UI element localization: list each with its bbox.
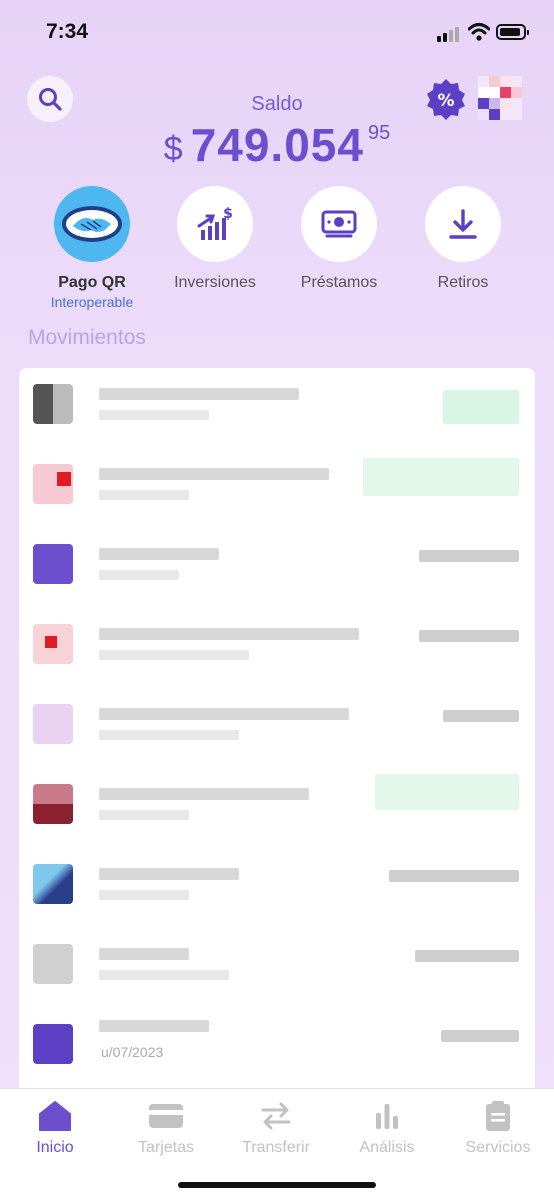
action-label: Préstamos (300, 274, 378, 291)
currency-symbol: $ (163, 130, 183, 168)
list-item[interactable] (19, 688, 535, 766)
balance-label: Saldo (251, 93, 303, 115)
card-icon (149, 1104, 183, 1128)
bar-chart-icon (376, 1104, 398, 1129)
merchant-thumbnail (33, 944, 73, 984)
list-item[interactable] (19, 608, 535, 686)
action-retiros[interactable]: Retiros (403, 186, 523, 292)
action-pago-qr[interactable]: Pago QR Interoperable (32, 186, 152, 310)
tab-label: Inicio (36, 1139, 74, 1156)
tab-tarjetas[interactable]: Tarjetas (111, 1099, 221, 1157)
action-inversiones[interactable]: $ Inversiones (155, 186, 275, 292)
balance-cents: 95 (367, 122, 391, 144)
tab-label: Servicios (465, 1139, 531, 1156)
tab-label: Análisis (359, 1139, 415, 1156)
list-item[interactable] (19, 528, 535, 606)
investment-chart-icon: $ (197, 206, 233, 240)
action-label: Pago QR (58, 274, 126, 291)
quick-actions: Pago QR Interoperable $ Inversiones Prés… (0, 186, 554, 316)
merchant-thumbnail (33, 1024, 73, 1064)
list-item[interactable] (19, 928, 535, 1006)
tab-inicio[interactable]: Inicio (0, 1099, 110, 1157)
transfer-arrows-icon (261, 1102, 291, 1130)
action-label: Retiros (437, 274, 489, 291)
svg-text:$: $ (223, 206, 233, 222)
money-bill-icon (321, 210, 357, 238)
merchant-thumbnail (33, 704, 73, 744)
action-sublabel: Interoperable (50, 294, 134, 310)
list-item[interactable] (19, 848, 535, 926)
action-prestamos[interactable]: Préstamos (279, 186, 399, 292)
battery-icon (496, 24, 529, 40)
list-item[interactable]: u/07/2023 (19, 1008, 535, 1086)
home-indicator[interactable] (178, 1182, 376, 1188)
tab-label: Tarjetas (137, 1139, 195, 1156)
movements-list[interactable]: u/07/2023 (19, 368, 535, 1093)
tab-transferir[interactable]: Transferir (221, 1099, 331, 1157)
wifi-icon (468, 23, 490, 41)
movement-date: u/07/2023 (101, 1044, 164, 1060)
status-time: 7:34 (46, 20, 89, 43)
tab-label: Transferir (242, 1139, 310, 1156)
merchant-thumbnail (33, 864, 73, 904)
cellular-signal-icon (437, 26, 463, 42)
balance-amount: $749.054 95 (0, 118, 554, 172)
merchant-thumbnail (33, 464, 73, 504)
handshake-icon (62, 206, 122, 242)
merchant-thumbnail (33, 784, 73, 824)
merchant-thumbnail (33, 544, 73, 584)
tab-servicios[interactable]: Servicios (443, 1099, 553, 1157)
download-arrow-icon (449, 209, 477, 239)
action-label: Inversiones (174, 274, 256, 291)
home-icon (39, 1101, 71, 1131)
status-bar: 7:34 (0, 0, 554, 64)
tab-analisis[interactable]: Análisis (332, 1099, 442, 1157)
list-item[interactable] (19, 368, 535, 446)
list-item[interactable] (19, 768, 535, 846)
movements-title: Movimientos (28, 326, 146, 349)
clipboard-icon (486, 1101, 510, 1131)
list-item[interactable] (19, 448, 535, 526)
merchant-thumbnail (33, 624, 73, 664)
balance-integer: 749.054 (190, 119, 364, 171)
merchant-thumbnail (33, 384, 73, 424)
